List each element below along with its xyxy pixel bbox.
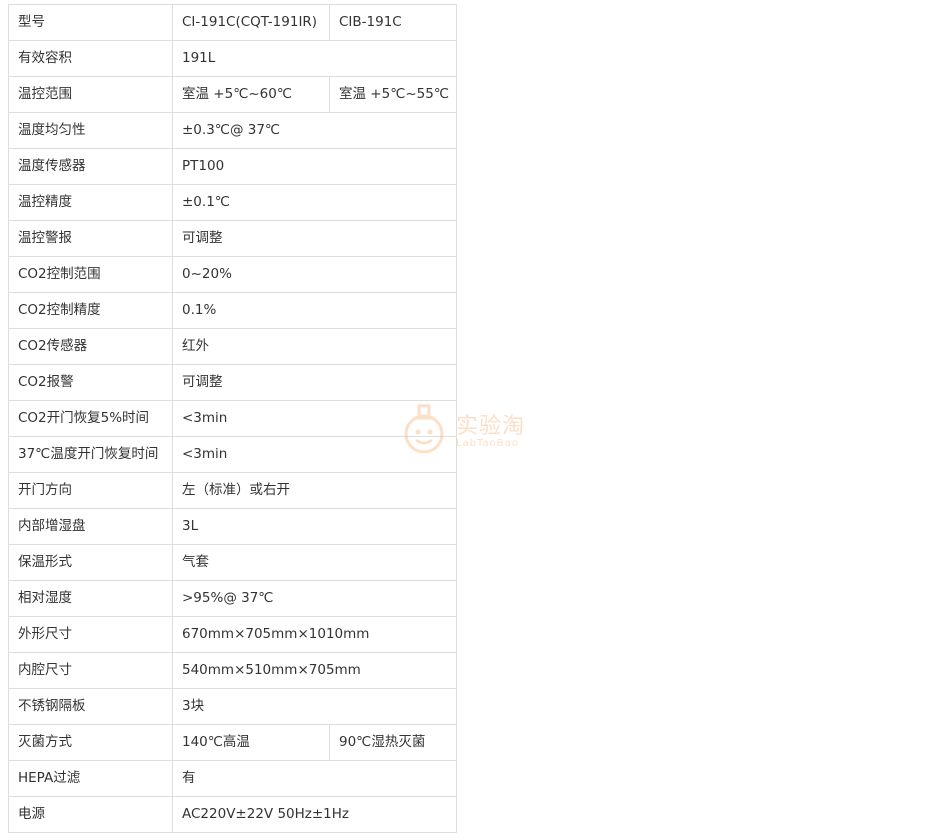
row-value: ±0.3℃@ 37℃ bbox=[172, 112, 457, 149]
table-row: 不锈钢隔板 3块 bbox=[8, 688, 457, 725]
watermark-text: 实验淘 bbox=[456, 414, 526, 439]
table-row: 有效容积 191L bbox=[8, 40, 457, 77]
row-label: 温度均匀性 bbox=[8, 112, 173, 149]
row-value: 0~20% bbox=[172, 256, 457, 293]
table-row: CO2报警 可调整 bbox=[8, 364, 457, 401]
row-value: CI-191C(CQT-191IR) bbox=[172, 4, 330, 41]
row-label: CO2控制范围 bbox=[8, 256, 173, 293]
table-row: 温度均匀性 ±0.3℃@ 37℃ bbox=[8, 112, 457, 149]
table-row: 灭菌方式 140℃高温 90℃湿热灭菌 bbox=[8, 724, 457, 761]
row-value: 90℃湿热灭菌 bbox=[329, 724, 457, 761]
table-row: CO2控制精度 0.1% bbox=[8, 292, 457, 329]
row-value: AC220V±22V 50Hz±1Hz bbox=[172, 796, 457, 833]
table-row: CO2控制范围 0~20% bbox=[8, 256, 457, 293]
row-label: CO2传感器 bbox=[8, 328, 173, 365]
row-value: 670mm×705mm×1010mm bbox=[172, 616, 457, 653]
table-row: 内部增湿盘 3L bbox=[8, 508, 457, 545]
watermark: 实验淘 LabTaoBao bbox=[400, 400, 550, 460]
row-label: 灭菌方式 bbox=[8, 724, 173, 761]
row-label: 有效容积 bbox=[8, 40, 173, 77]
row-label: 内部增湿盘 bbox=[8, 508, 173, 545]
table-row: HEPA过滤有 bbox=[8, 760, 457, 797]
row-label: 温控警报 bbox=[8, 220, 173, 257]
table-row: 电源 AC220V±22V 50Hz±1Hz bbox=[8, 796, 457, 833]
table-row: 温控警报 可调整 bbox=[8, 220, 457, 257]
spec-table-body: 型号 CI-191C(CQT-191IR) CIB-191C 有效容积 191L 温控范围… bbox=[8, 4, 457, 833]
row-value: CIB-191C bbox=[329, 4, 457, 41]
table-row: 温控范围 室温 +5℃~60℃ 室温 +5℃~55℃ bbox=[8, 76, 457, 113]
table-row: CO2传感器 红外 bbox=[8, 328, 457, 365]
row-value: 左（标准）或右开 bbox=[172, 472, 457, 509]
row-value: ±0.1℃ bbox=[172, 184, 457, 221]
table-row: 保温形式 气套 bbox=[8, 544, 457, 581]
row-label: CO2开门恢复5%时间 bbox=[8, 400, 173, 437]
table-row: 型号 CI-191C(CQT-191IR) CIB-191C bbox=[8, 4, 457, 41]
table-row: 内腔尺寸 540mm×510mm×705mm bbox=[8, 652, 457, 689]
row-value: 红外 bbox=[172, 328, 457, 365]
row-value: 3块 bbox=[172, 688, 457, 725]
row-value: 气套 bbox=[172, 544, 457, 581]
row-label: CO2报警 bbox=[8, 364, 173, 401]
row-label: 电源 bbox=[8, 796, 173, 833]
row-label: 外形尺寸 bbox=[8, 616, 173, 653]
row-label: 温控精度 bbox=[8, 184, 173, 221]
row-label: 温控范围 bbox=[8, 76, 173, 113]
table-row: 开门方向 左（标准）或右开 bbox=[8, 472, 457, 509]
table-row: 37℃温度开门恢复时间 <3min bbox=[8, 436, 457, 473]
table-row: 外形尺寸 670mm×705mm×1010mm bbox=[8, 616, 457, 653]
row-label: 保温形式 bbox=[8, 544, 173, 581]
row-value: 191L bbox=[172, 40, 457, 77]
row-value: 可调整 bbox=[172, 220, 457, 257]
row-value: 0.1% bbox=[172, 292, 457, 329]
table-row: 相对湿度 >95%@ 37℃ bbox=[8, 580, 457, 617]
row-value: >95%@ 37℃ bbox=[172, 580, 457, 617]
row-value: 540mm×510mm×705mm bbox=[172, 652, 457, 689]
spec-table: 型号 CI-191C(CQT-191IR) CIB-191C 有效容积 191L 温控范围… bbox=[8, 4, 457, 833]
row-label: 37℃温度开门恢复时间 bbox=[8, 436, 173, 473]
row-label: 内腔尺寸 bbox=[8, 652, 173, 689]
row-value: 140℃高温 bbox=[172, 724, 330, 761]
row-value: 可调整 bbox=[172, 364, 457, 401]
row-value: PT100 bbox=[172, 148, 457, 185]
row-label: 不锈钢隔板 bbox=[8, 688, 173, 725]
row-value: 有 bbox=[172, 760, 457, 797]
row-label: CO2控制精度 bbox=[8, 292, 173, 329]
table-row: 温度传感器 PT100 bbox=[8, 148, 457, 185]
row-label: 开门方向 bbox=[8, 472, 173, 509]
row-label: 型号 bbox=[8, 4, 173, 41]
row-value: 室温 +5℃~55℃ bbox=[329, 76, 457, 113]
row-label: HEPA过滤 bbox=[8, 760, 173, 797]
watermark-subtext: LabTaoBao bbox=[456, 438, 519, 449]
flask-mascot-icon bbox=[404, 404, 444, 454]
table-row: 温控精度 ±0.1℃ bbox=[8, 184, 457, 221]
table-row: CO2开门恢复5%时间 <3min bbox=[8, 400, 457, 437]
row-label: 温度传感器 bbox=[8, 148, 173, 185]
row-value: 3L bbox=[172, 508, 457, 545]
row-label: 相对湿度 bbox=[8, 580, 173, 617]
row-value: 室温 +5℃~60℃ bbox=[172, 76, 330, 113]
